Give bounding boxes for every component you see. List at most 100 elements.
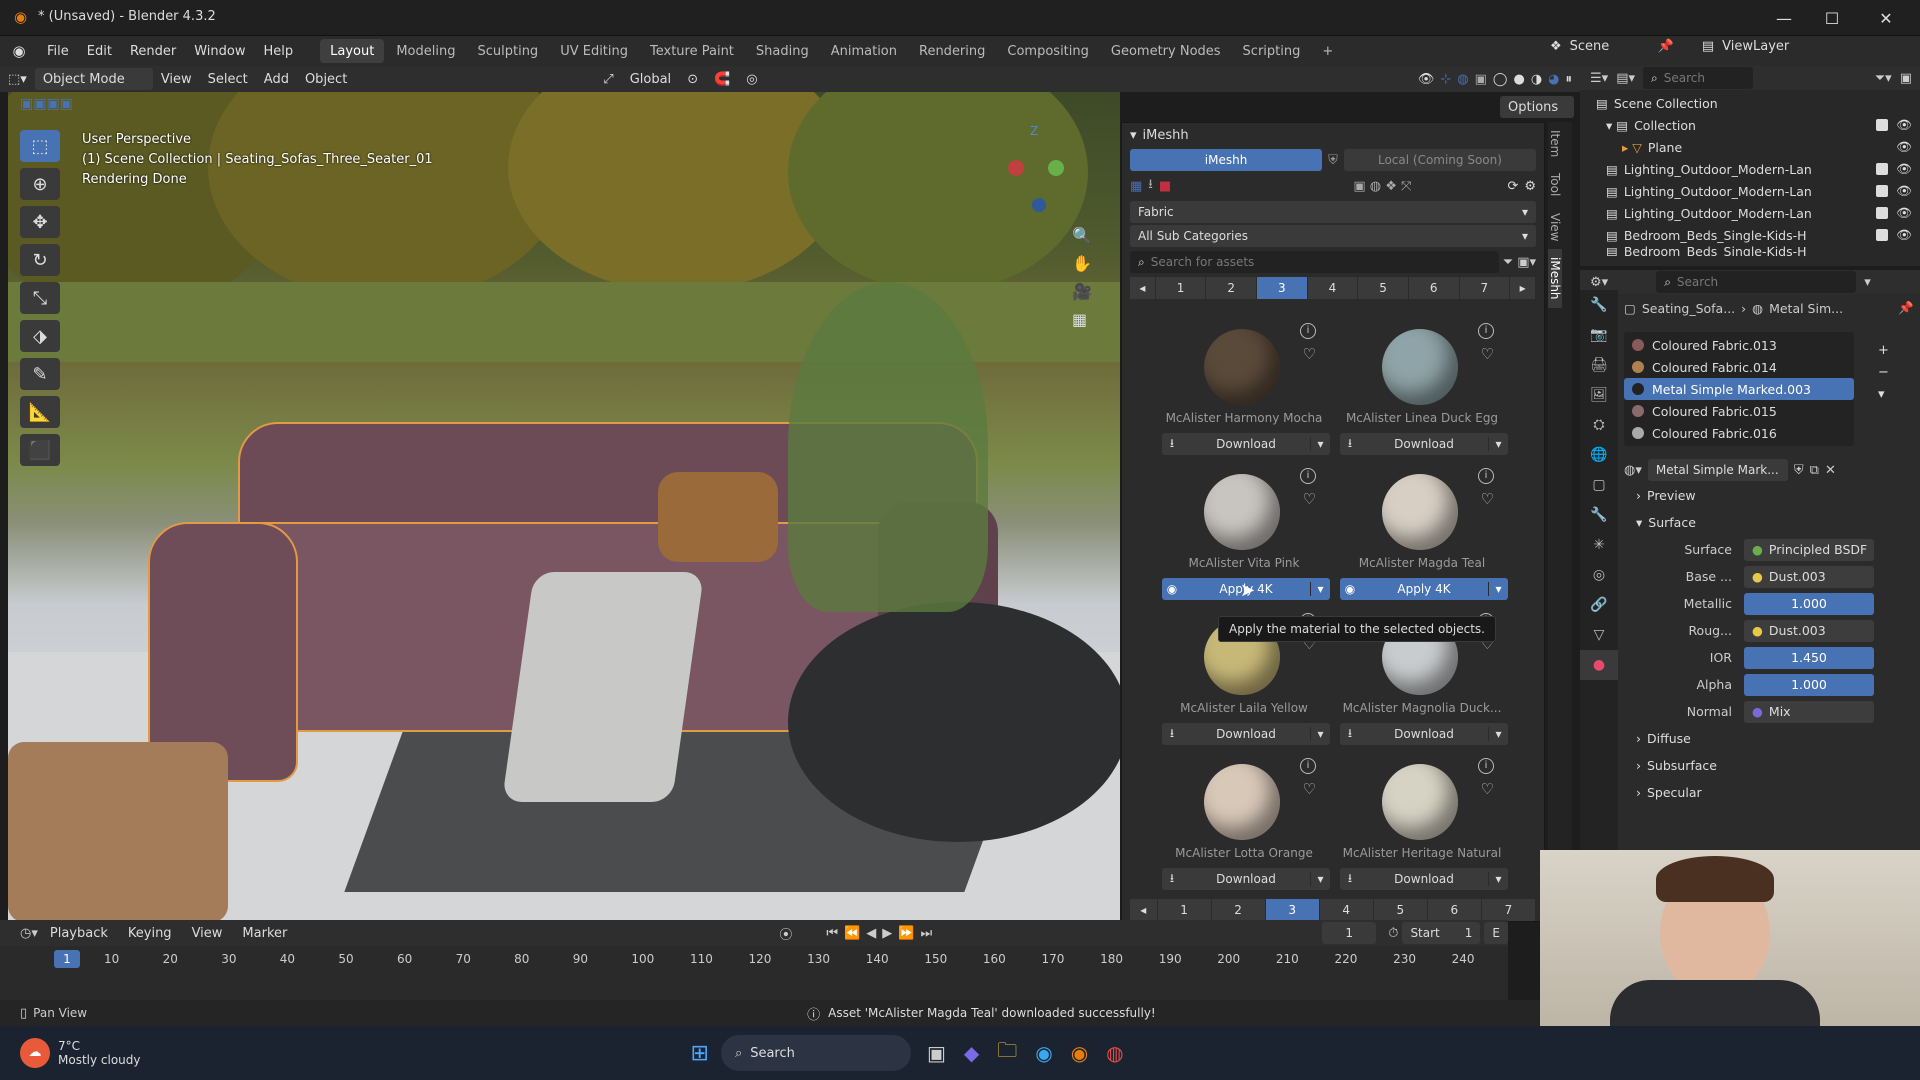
eye-icon[interactable]: 👁 bbox=[1896, 117, 1912, 133]
heart-icon[interactable]: ♡ bbox=[1481, 345, 1494, 363]
asset-card[interactable]: i ♡ McAlister Harmony Mocha ⭳ Download ▾ bbox=[1158, 317, 1330, 459]
page-6[interactable]: 6 bbox=[1408, 277, 1460, 299]
grid-icon[interactable]: ▦ bbox=[1072, 306, 1092, 334]
info-icon[interactable]: i bbox=[1300, 323, 1316, 339]
record-icon[interactable]: ⦿ bbox=[779, 924, 792, 943]
section-specular[interactable]: › Specular bbox=[1624, 779, 1914, 806]
page-4[interactable]: 4 bbox=[1307, 277, 1359, 299]
tab-item[interactable]: Item bbox=[1548, 122, 1562, 165]
page-5[interactable]: 5 bbox=[1373, 899, 1428, 921]
page-3[interactable]: 3 bbox=[1265, 899, 1320, 921]
page-3[interactable]: 3 bbox=[1257, 277, 1308, 299]
xray-icon[interactable]: ▣ bbox=[1475, 72, 1487, 87]
download-button[interactable]: ⭳ Download ▾ bbox=[1162, 433, 1330, 455]
outliner-row[interactable]: ▤ Lighting_Outdoor_Modern-Lan 👁 bbox=[1596, 202, 1920, 224]
checkbox[interactable] bbox=[1876, 207, 1889, 219]
view-layer-name[interactable]: ViewLayer bbox=[1722, 39, 1802, 54]
copilot-icon[interactable]: ◆ bbox=[964, 1041, 979, 1065]
measure-icon[interactable]: 📐 bbox=[20, 396, 60, 428]
orientation-icon[interactable]: ⤢ bbox=[595, 68, 621, 90]
modifier-icon[interactable]: 🔧 bbox=[1580, 500, 1618, 530]
download-button[interactable]: ⭳ Download ▾ bbox=[1162, 723, 1330, 745]
material-slot[interactable]: Coloured Fabric.013 bbox=[1624, 334, 1854, 356]
page-2[interactable]: 2 bbox=[1211, 899, 1266, 921]
info-icon[interactable]: i bbox=[1300, 468, 1316, 484]
chevron-down-icon[interactable]: ▾ bbox=[1488, 727, 1508, 741]
info-icon[interactable]: i bbox=[1300, 758, 1316, 774]
physics-icon[interactable]: ◎ bbox=[1580, 560, 1618, 590]
scale-icon[interactable]: ⤡ bbox=[20, 282, 60, 314]
new-collection-icon[interactable]: ▣ bbox=[1900, 71, 1912, 86]
file-explorer-icon[interactable]: 🗀 bbox=[997, 1036, 1017, 1070]
color-icon[interactable]: ■ bbox=[1159, 179, 1171, 194]
tab-local[interactable]: Local (Coming Soon) bbox=[1343, 149, 1537, 171]
asset-card[interactable]: i ♡ McAlister Lotta Orange ⭳ Download ▾ bbox=[1158, 752, 1330, 894]
info-icon[interactable]: i bbox=[1478, 758, 1494, 774]
page-7[interactable]: 7 bbox=[1459, 277, 1511, 299]
param-field[interactable]: ● Dust.003 bbox=[1744, 619, 1874, 642]
playback-controls-icon[interactable]: ⏮⏪◀▶⏩⏭ bbox=[826, 926, 938, 941]
tab-modeling[interactable]: Modeling bbox=[386, 39, 465, 63]
menu-file[interactable]: File bbox=[38, 36, 78, 66]
start-frame-field[interactable]: Start 1 bbox=[1402, 922, 1481, 944]
tab-layout[interactable]: Layout bbox=[320, 39, 385, 63]
transform-icon[interactable]: ⬗ bbox=[20, 320, 60, 352]
mode-dropdown[interactable]: Object Mode bbox=[34, 68, 153, 90]
viewport-3d[interactable]: User Perspective (1) Scene Collection | … bbox=[8, 92, 1120, 920]
options-button[interactable]: Options bbox=[1500, 96, 1574, 118]
param-field[interactable]: ● Dust.003 bbox=[1744, 565, 1874, 588]
eye-icon[interactable]: 👁 bbox=[1896, 227, 1912, 243]
tab-uv-editing[interactable]: UV Editing bbox=[550, 39, 638, 63]
scene-icon[interactable]: ❖ bbox=[1550, 39, 1562, 54]
shield-icon[interactable]: ⛨ bbox=[1328, 153, 1338, 168]
windows-start-icon[interactable]: ⊞ bbox=[691, 1041, 709, 1066]
tab-texture-paint[interactable]: Texture Paint bbox=[640, 39, 744, 63]
app-icon[interactable]: ◍ bbox=[1106, 1041, 1123, 1065]
menu-playback[interactable]: Playback bbox=[42, 922, 116, 944]
tab-compositing[interactable]: Compositing bbox=[997, 39, 1099, 63]
page-4[interactable]: 4 bbox=[1319, 899, 1374, 921]
breadcrumb-object[interactable]: Seating_Sofa... bbox=[1642, 301, 1735, 316]
asset-thumbnail[interactable] bbox=[1382, 474, 1458, 550]
menu-keying[interactable]: Keying bbox=[120, 922, 180, 944]
fake-user-icon[interactable]: ⛨ bbox=[1794, 463, 1804, 478]
heart-icon[interactable]: ♡ bbox=[1481, 780, 1494, 798]
checkbox[interactable] bbox=[1876, 229, 1889, 241]
remove-slot-icon[interactable]: − bbox=[1878, 362, 1889, 384]
page-1[interactable]: 1 bbox=[1157, 899, 1212, 921]
asset-icon[interactable]: ▦ bbox=[1130, 179, 1142, 194]
select-box-icon[interactable]: ⬚ bbox=[20, 130, 60, 162]
pin-icon[interactable]: 📌 bbox=[1658, 39, 1674, 54]
collapse-icon[interactable]: ▾ bbox=[1130, 128, 1137, 143]
eye-icon[interactable]: 👁 bbox=[1896, 183, 1912, 199]
world-icon[interactable]: 🌐 bbox=[1580, 440, 1618, 470]
param-field[interactable]: ● Mix bbox=[1744, 700, 1874, 723]
tab-scripting[interactable]: Scripting bbox=[1233, 39, 1311, 63]
unlink-icon[interactable]: ✕ bbox=[1825, 463, 1836, 478]
taskbar-search[interactable]: ⌕ Search bbox=[720, 1035, 911, 1071]
frame-ruler[interactable]: 1 10 20 30 40 50 60 70 80 90 100 110 120 130 140 150 16… bbox=[0, 946, 1508, 1000]
outliner-row[interactable]: ▤ Lighting_Outdoor_Modern-Lan 👁 bbox=[1596, 180, 1920, 202]
gizmo-icon[interactable]: ⊹ bbox=[1440, 72, 1451, 87]
asset-thumbnail[interactable] bbox=[1204, 329, 1280, 405]
asset-card[interactable]: i ♡ McAlister Magda Teal ◉ Apply 4K ▾ bbox=[1336, 462, 1508, 604]
orientation-dropdown[interactable]: Global bbox=[622, 68, 679, 90]
tab-geometry-nodes[interactable]: Geometry Nodes bbox=[1101, 39, 1231, 63]
material-slot-selected[interactable]: Metal Simple Marked.003 bbox=[1624, 378, 1854, 400]
info-icon[interactable]: i bbox=[1478, 323, 1494, 339]
tab-shading[interactable]: Shading bbox=[746, 39, 819, 63]
refresh-icon[interactable]: ⟳ bbox=[1507, 179, 1518, 194]
current-frame-field[interactable]: 1 bbox=[1322, 922, 1377, 944]
outliner-row[interactable]: ▾ ▤ Collection 👁 bbox=[1596, 114, 1920, 136]
prev-page-icon[interactable]: ◂ bbox=[1130, 277, 1156, 299]
settings-icon[interactable]: ⚙ bbox=[1524, 179, 1536, 194]
tab-imeshh[interactable]: iMeshh bbox=[1130, 149, 1323, 171]
section-diffuse[interactable]: › Diffuse bbox=[1624, 725, 1914, 752]
pan-hand-icon[interactable]: ✋ bbox=[1072, 250, 1092, 278]
menu-timeline-view[interactable]: View bbox=[184, 922, 231, 944]
slot-menu-icon[interactable]: ▾ bbox=[1878, 384, 1889, 406]
end-frame-field[interactable]: E bbox=[1484, 922, 1508, 944]
chevron-down-icon[interactable]: ▾ bbox=[1488, 582, 1508, 596]
view-layer-tab-icon[interactable]: 🖼 bbox=[1580, 380, 1618, 410]
select-mode-icons[interactable]: ▣▣▣▣ bbox=[20, 96, 130, 120]
